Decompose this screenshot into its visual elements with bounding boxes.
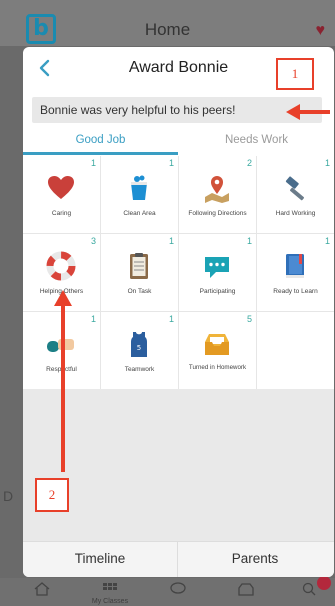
tab-needs-work[interactable]: Needs Work — [179, 129, 334, 155]
skill-label: Respectful — [46, 366, 77, 373]
skills-grid: 1 Caring 1 Clean Area 2 Following Direct… — [23, 156, 334, 389]
skill-label: Ready to Learn — [273, 288, 318, 295]
map-pin-icon — [205, 176, 229, 203]
my-classes-label: My Classes — [91, 598, 129, 605]
skill-label: Caring — [51, 210, 72, 217]
home-icon — [34, 582, 50, 596]
skill-on-task[interactable]: 1 On Task — [101, 234, 178, 311]
skill-label: Hard Working — [275, 210, 316, 217]
skill-label: Helping Others — [39, 288, 84, 295]
skill-count: 1 — [90, 158, 96, 168]
skill-teamwork[interactable]: 1 5 Teamwork — [101, 312, 178, 389]
skill-turned-in-homework[interactable]: 5 Turned in Homework — [179, 312, 256, 389]
skill-label: Turned in Homework — [188, 364, 247, 371]
heart-icon — [48, 176, 74, 199]
skill-label: On Task — [127, 288, 152, 295]
handshake-icon — [47, 339, 74, 352]
grid-icon — [103, 583, 117, 590]
skill-respectful[interactable]: 1 Respectful — [23, 312, 100, 389]
background-header: b Home ♥ — [0, 0, 335, 46]
skill-label: Following Directions — [188, 210, 247, 217]
note-input[interactable] — [32, 97, 322, 123]
book-icon — [286, 254, 304, 278]
skill-label: Clean Area — [123, 210, 156, 217]
skill-count: 2 — [246, 158, 252, 168]
background-tab-bar: My Classes — [0, 578, 335, 606]
skill-count: 1 — [168, 236, 174, 246]
stories-tab[interactable] — [226, 578, 266, 606]
award-tabs: Good Job Needs Work — [23, 129, 334, 155]
skill-count: 3 — [90, 236, 96, 246]
skill-count: 1 — [324, 236, 330, 246]
parents-tab[interactable]: Parents — [178, 542, 332, 577]
annotation-callout-1: 1 — [276, 58, 314, 90]
notification-badge — [317, 576, 331, 590]
skill-ready-to-learn[interactable]: 1 Ready to Learn — [257, 234, 334, 311]
hammer-icon — [285, 176, 305, 201]
inbox-icon — [238, 583, 254, 596]
home-tab[interactable] — [22, 578, 62, 606]
messages-tab[interactable] — [158, 578, 198, 606]
background-title: Home — [144, 20, 191, 39]
skill-count: 1 — [168, 158, 174, 168]
chat-bubble-icon — [205, 257, 229, 278]
skill-count: 5 — [246, 314, 252, 324]
heart-icon: ♥ — [315, 22, 326, 39]
skill-count: 1 — [324, 158, 330, 168]
my-classes-tab[interactable]: My Classes — [90, 578, 130, 606]
skill-following-directions[interactable]: 2 Following Directions — [179, 156, 256, 233]
award-modal: Award Bonnie Good Job Needs Work 1 Carin… — [23, 47, 334, 577]
skill-label: Participating — [199, 288, 236, 295]
tab-good-job[interactable]: Good Job — [23, 129, 178, 155]
skill-count: 1 — [168, 314, 174, 324]
chat-icon — [170, 582, 186, 594]
background-left-letter: D — [3, 488, 14, 504]
skill-participating[interactable]: 1 Participating — [179, 234, 256, 311]
jersey-icon: 5 — [131, 332, 147, 357]
svg-text:5: 5 — [137, 344, 141, 352]
skill-count: 1 — [90, 314, 96, 324]
skill-caring[interactable]: 1 Caring — [23, 156, 100, 233]
skill-count: 1 — [246, 236, 252, 246]
skill-clean-area[interactable]: 1 Clean Area — [101, 156, 178, 233]
skill-hard-working[interactable]: 1 Hard Working — [257, 156, 334, 233]
bottom-tabs: Timeline Parents — [23, 541, 334, 577]
life-ring-icon — [46, 251, 76, 281]
inbox-tray-icon — [205, 334, 229, 355]
skill-label: Teamwork — [124, 366, 155, 373]
timeline-tab[interactable]: Timeline — [23, 542, 178, 577]
skill-helping-others[interactable]: 3 Helping Others — [23, 234, 100, 311]
annotation-callout-2: 2 — [35, 478, 69, 512]
empty-area — [23, 389, 334, 541]
clipboard-icon — [130, 253, 148, 279]
skill-empty-cell — [257, 312, 334, 389]
bucket-icon — [131, 175, 147, 200]
